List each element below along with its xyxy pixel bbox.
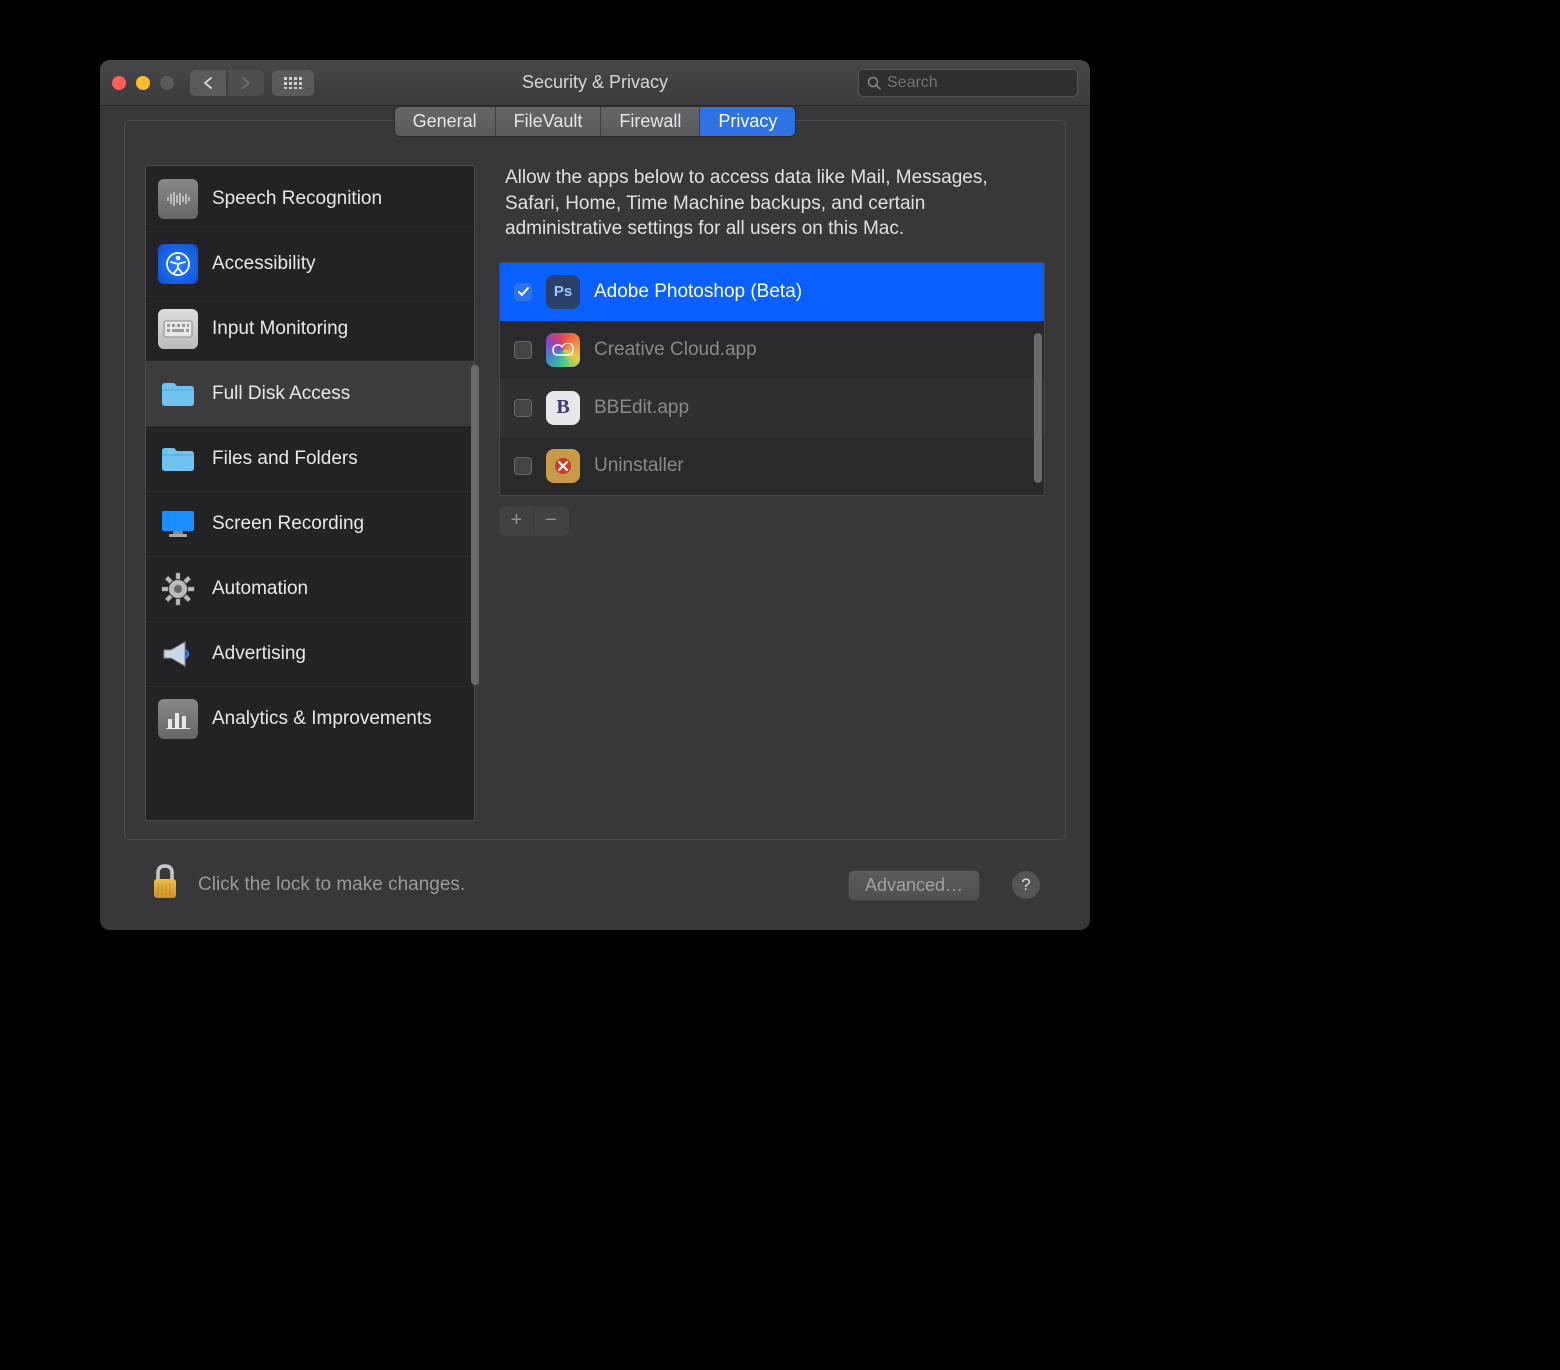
panels: Speech Recognition Accessibility — [125, 137, 1065, 821]
app-name: Adobe Photoshop (Beta) — [594, 281, 802, 303]
pane-description: Allow the apps below to access data like… — [499, 165, 1045, 262]
search-icon — [867, 76, 881, 90]
sidebar-item-label: Speech Recognition — [212, 188, 382, 210]
sidebar-item-label: Full Disk Access — [212, 383, 350, 405]
show-all-button[interactable] — [272, 70, 314, 96]
megaphone-icon — [158, 634, 198, 674]
sidebar-item-label: Analytics & Improvements — [212, 708, 432, 730]
folder-icon — [158, 439, 198, 479]
app-row-creative-cloud[interactable]: Creative Cloud.app — [500, 321, 1044, 379]
detail-pane: Allow the apps below to access data like… — [499, 165, 1045, 821]
check-icon — [518, 287, 529, 297]
sidebar-item-screen-recording[interactable]: Screen Recording — [146, 491, 474, 556]
sidebar-item-label: Files and Folders — [212, 448, 358, 470]
app-list[interactable]: Ps Adobe Photoshop (Beta) Creative Cloud… — [499, 262, 1045, 496]
sidebar-item-automation[interactable]: Automation — [146, 556, 474, 621]
app-name: BBEdit.app — [594, 397, 689, 419]
app-list-scrollbar[interactable] — [1034, 333, 1042, 483]
add-remove-buttons: + − — [499, 506, 569, 536]
content: General FileVault Firewall Privacy Speec… — [100, 106, 1090, 930]
sidebar-item-label: Input Monitoring — [212, 318, 348, 340]
back-button[interactable] — [190, 70, 226, 96]
uninstaller-icon — [546, 449, 580, 483]
tab-firewall[interactable]: Firewall — [601, 107, 700, 136]
close-window-button[interactable] — [112, 76, 126, 90]
folder-icon — [158, 374, 198, 414]
sidebar-item-input-monitoring[interactable]: Input Monitoring — [146, 296, 474, 361]
bbedit-icon: B — [546, 391, 580, 425]
grid-icon — [284, 77, 302, 89]
speech-icon — [158, 179, 198, 219]
lock-text: Click the lock to make changes. — [198, 874, 465, 896]
window-controls — [112, 76, 174, 90]
sidebar-item-files-and-folders[interactable]: Files and Folders — [146, 426, 474, 491]
sidebar-item-label: Accessibility — [212, 253, 315, 275]
sidebar-item-full-disk-access[interactable]: Full Disk Access — [146, 361, 474, 426]
app-row-bbedit[interactable]: B BBEdit.app — [500, 379, 1044, 437]
tab-privacy[interactable]: Privacy — [700, 107, 795, 136]
tabs: General FileVault Firewall Privacy — [125, 106, 1065, 137]
bar-chart-icon — [158, 699, 198, 739]
nav-buttons — [190, 70, 264, 96]
advanced-button[interactable]: Advanced… — [848, 870, 980, 901]
sidebar-item-accessibility[interactable]: Accessibility — [146, 231, 474, 296]
app-row-photoshop[interactable]: Ps Adobe Photoshop (Beta) — [500, 263, 1044, 321]
sidebar-item-label: Automation — [212, 578, 308, 600]
chevron-right-icon — [241, 77, 251, 89]
minimize-window-button[interactable] — [136, 76, 150, 90]
app-checkbox[interactable] — [514, 341, 532, 359]
app-name: Creative Cloud.app — [594, 339, 757, 361]
forward-button[interactable] — [228, 70, 264, 96]
sidebar-container: Speech Recognition Accessibility — [145, 165, 475, 821]
titlebar: Security & Privacy — [100, 60, 1090, 106]
app-checkbox[interactable] — [514, 457, 532, 475]
app-name: Uninstaller — [594, 455, 684, 477]
display-icon — [158, 504, 198, 544]
tab-general[interactable]: General — [395, 107, 496, 136]
zoom-window-button[interactable] — [160, 76, 174, 90]
footer: Click the lock to make changes. Advanced… — [124, 840, 1066, 930]
help-button[interactable]: ? — [1012, 871, 1040, 899]
photoshop-icon: Ps — [546, 275, 580, 309]
chevron-left-icon — [203, 77, 213, 89]
privacy-category-list[interactable]: Speech Recognition Accessibility — [145, 165, 475, 821]
search-field[interactable] — [858, 69, 1078, 97]
tab-filevault[interactable]: FileVault — [496, 107, 602, 136]
sidebar-item-speech-recognition[interactable]: Speech Recognition — [146, 166, 474, 231]
keyboard-icon — [158, 309, 198, 349]
preferences-window: Security & Privacy General FileVault Fir… — [100, 60, 1090, 930]
accessibility-icon — [158, 244, 198, 284]
app-checkbox[interactable] — [514, 399, 532, 417]
sidebar-item-label: Advertising — [212, 643, 306, 665]
sidebar-item-analytics[interactable]: Analytics & Improvements — [146, 686, 474, 751]
search-input[interactable] — [887, 74, 1069, 92]
sidebar-scrollbar[interactable] — [471, 365, 479, 685]
lock-icon[interactable] — [150, 863, 180, 907]
sidebar-item-label: Screen Recording — [212, 513, 364, 535]
app-row-uninstaller[interactable]: Uninstaller — [500, 437, 1044, 495]
tabbar: General FileVault Firewall Privacy — [394, 106, 797, 137]
app-checkbox[interactable] — [514, 283, 532, 301]
sidebar-item-advertising[interactable]: Advertising — [146, 621, 474, 686]
content-border: General FileVault Firewall Privacy Speec… — [124, 120, 1066, 840]
add-app-button[interactable]: + — [500, 507, 534, 535]
remove-app-button[interactable]: − — [534, 507, 568, 535]
gear-icon — [158, 569, 198, 609]
creative-cloud-icon — [546, 333, 580, 367]
